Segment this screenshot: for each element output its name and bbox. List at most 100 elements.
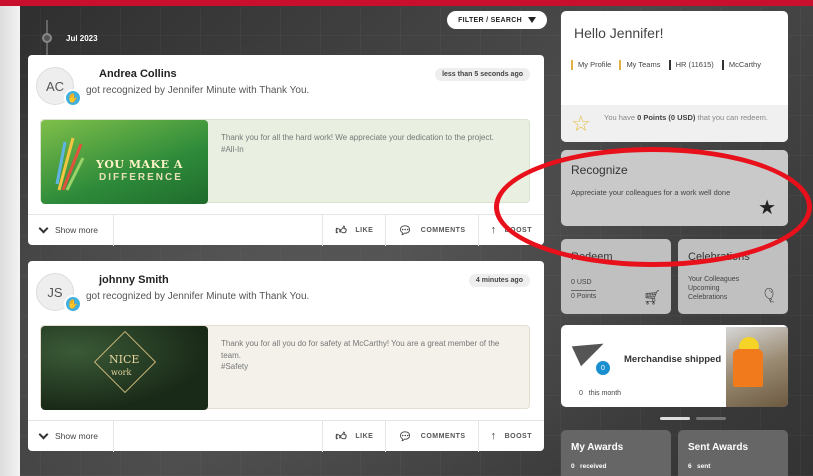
company-link[interactable]: McCarthy [722,55,761,75]
boost-button[interactable]: ↑ BOOST [477,214,544,246]
avatar-initials: JS [47,284,63,300]
brand-top-bar [0,0,813,6]
sent-awards-count: 6 sent [688,463,710,470]
like-label: LIKE [355,432,374,440]
boost-label: BOOST [504,432,532,440]
recipient-name[interactable]: Andrea Collins [99,68,177,80]
comments-button[interactable]: 💬︎ COMMENTS [385,420,477,452]
filter-search-button[interactable]: FILTER / SEARCH [447,11,547,29]
recipient-name[interactable]: johnny Smith [99,274,169,286]
recognition-message: Thank you for all you do for safety at M… [221,338,521,373]
recognition-message-box: YOU MAKE A DIFFERENCE Thank you for all … [40,119,530,204]
post-actions-bar: Show more 👍︎ LIKE 💬︎ COMMENTS ↑ BOOST [28,420,544,452]
sent-awards-tile[interactable]: Sent Awards 6 sent [678,430,788,476]
sent-awards-label: sent [697,463,711,470]
my-awards-count: 0 received [571,463,606,470]
sent-awards-value: 6 [688,463,692,470]
post-actions-bar: Show more 👍︎ LIKE 💬︎ COMMENTS ↑ BOOST [28,214,544,246]
chevron-down-icon [38,429,49,439]
greeting: Hello Jennifer! [574,25,664,41]
carousel-indicators [660,417,726,420]
celebrations-tile[interactable]: Celebrations Your Colleagues Upcoming Ce… [678,239,788,314]
cart-icon: 🛒︎ [643,289,661,305]
boost-label: BOOST [504,226,532,234]
celebrations-subtitle: Your Colleagues Upcoming Celebrations [688,276,740,301]
comments-icon: 💬︎ [398,430,413,443]
message-tag[interactable]: #Safety [221,361,521,373]
time-badge: less than 5 seconds ago [435,68,530,81]
funnel-icon [527,17,536,23]
recognize-title: Recognize [571,163,628,177]
timeline-month: Jul 2023 [66,34,98,43]
celebrations-title: Celebrations [688,251,750,263]
my-awards-label: received [580,463,607,470]
my-teams-link[interactable]: My Teams [619,55,660,75]
ecard-subtitle: DIFFERENCE [99,172,183,183]
comments-button[interactable]: 💬︎ COMMENTS [385,214,477,246]
my-profile-link[interactable]: My Profile [571,55,611,75]
comments-label: COMMENTS [420,432,466,440]
recognition-line: got recognized by Jennifer Minute with T… [86,85,310,96]
points-suffix: that you can redeem. [695,113,768,122]
points-text: You have 0 Points (0 USD) that you can r… [604,112,774,123]
ecard-title: NICE [109,353,140,366]
profile-panel: Hello Jennifer! My Profile My Teams HR (… [561,11,788,142]
message-text: Thank you for all the hard work! We appr… [221,133,494,142]
ecard-subtitle: work [111,368,132,377]
award-badge-icon: ✋ [64,295,82,313]
my-awards-title: My Awards [571,442,624,453]
feed-post: JS ✋ johnny Smith got recognized by Jenn… [28,261,544,452]
merchandise-tile[interactable]: 0 Merchandise shipped 0 this month [561,325,788,407]
show-more-label: Show more [55,431,98,441]
points-value: 0 Points (0 USD) [637,113,696,122]
carousel-dot[interactable] [660,417,690,420]
like-label: LIKE [355,226,374,234]
thumbs-up-icon: 👍︎ [335,224,348,237]
comments-label: COMMENTS [420,226,466,234]
show-more-label: Show more [55,225,98,235]
comments-icon: 💬︎ [398,224,413,237]
points-prefix: You have [604,113,638,122]
redeem-title: Redeem [571,251,613,263]
redeem-tile[interactable]: Redeem 0 USD 0 Points 🛒︎ [561,239,671,314]
ecard-title: YOU MAKE A [96,158,183,171]
ecard-image: NICE work [41,326,208,410]
timeline-dot [42,33,52,43]
recognize-tile[interactable]: Recognize Appreciate your colleagues for… [561,150,788,226]
avatar-initials: AC [45,78,65,94]
sent-awards-title: Sent Awards [688,442,749,453]
my-awards-tile[interactable]: My Awards 0 received [561,430,671,476]
show-more-button[interactable]: Show more [28,214,114,246]
redeem-points: 0 Points [571,293,597,300]
arrow-up-icon: ↑ [490,430,497,442]
recognition-message-box: NICE work Thank you for all you do for s… [40,325,530,410]
hr-link[interactable]: HR (11615) [669,55,714,75]
profile-links: My Profile My Teams HR (11615) McCarthy [571,55,781,78]
like-button[interactable]: 👍︎ LIKE [322,214,385,246]
balloons-icon: 🎈︎ [760,287,778,303]
boost-button[interactable]: ↑ BOOST [477,420,544,452]
thumbs-up-icon: 👍︎ [335,430,348,443]
chevron-down-icon [38,223,49,233]
merchandise-title: Merchandise shipped [624,354,722,365]
recognize-subtitle: Appreciate your colleagues for a work we… [571,188,731,197]
arrow-up-icon: ↑ [490,224,497,236]
recognition-line: got recognized by Jennifer Minute with T… [86,291,310,302]
merchandise-count: 0 this month [579,390,621,397]
merch-count-badge: 0 [596,361,610,375]
redeem-values: 0 USD 0 Points [571,277,597,303]
recognition-message: Thank you for all the hard work! We appr… [221,132,521,155]
message-tag[interactable]: #All-In [221,144,521,156]
show-more-button[interactable]: Show more [28,420,114,452]
award-badge-icon: ✋ [64,89,82,107]
filter-search-label: FILTER / SEARCH [458,16,522,24]
message-text: Thank you for all you do for safety at M… [221,339,500,360]
my-awards-value: 0 [571,463,575,470]
points-summary[interactable]: ☆ You have 0 Points (0 USD) that you can… [561,105,788,142]
feed-post: AC ✋ Andrea Collins got recognized by Je… [28,55,544,246]
carousel-dot[interactable] [696,417,726,420]
merch-count-value: 0 [579,390,583,397]
left-edge-strip [0,6,20,476]
like-button[interactable]: 👍︎ LIKE [322,420,385,452]
time-badge: 4 minutes ago [468,274,530,287]
